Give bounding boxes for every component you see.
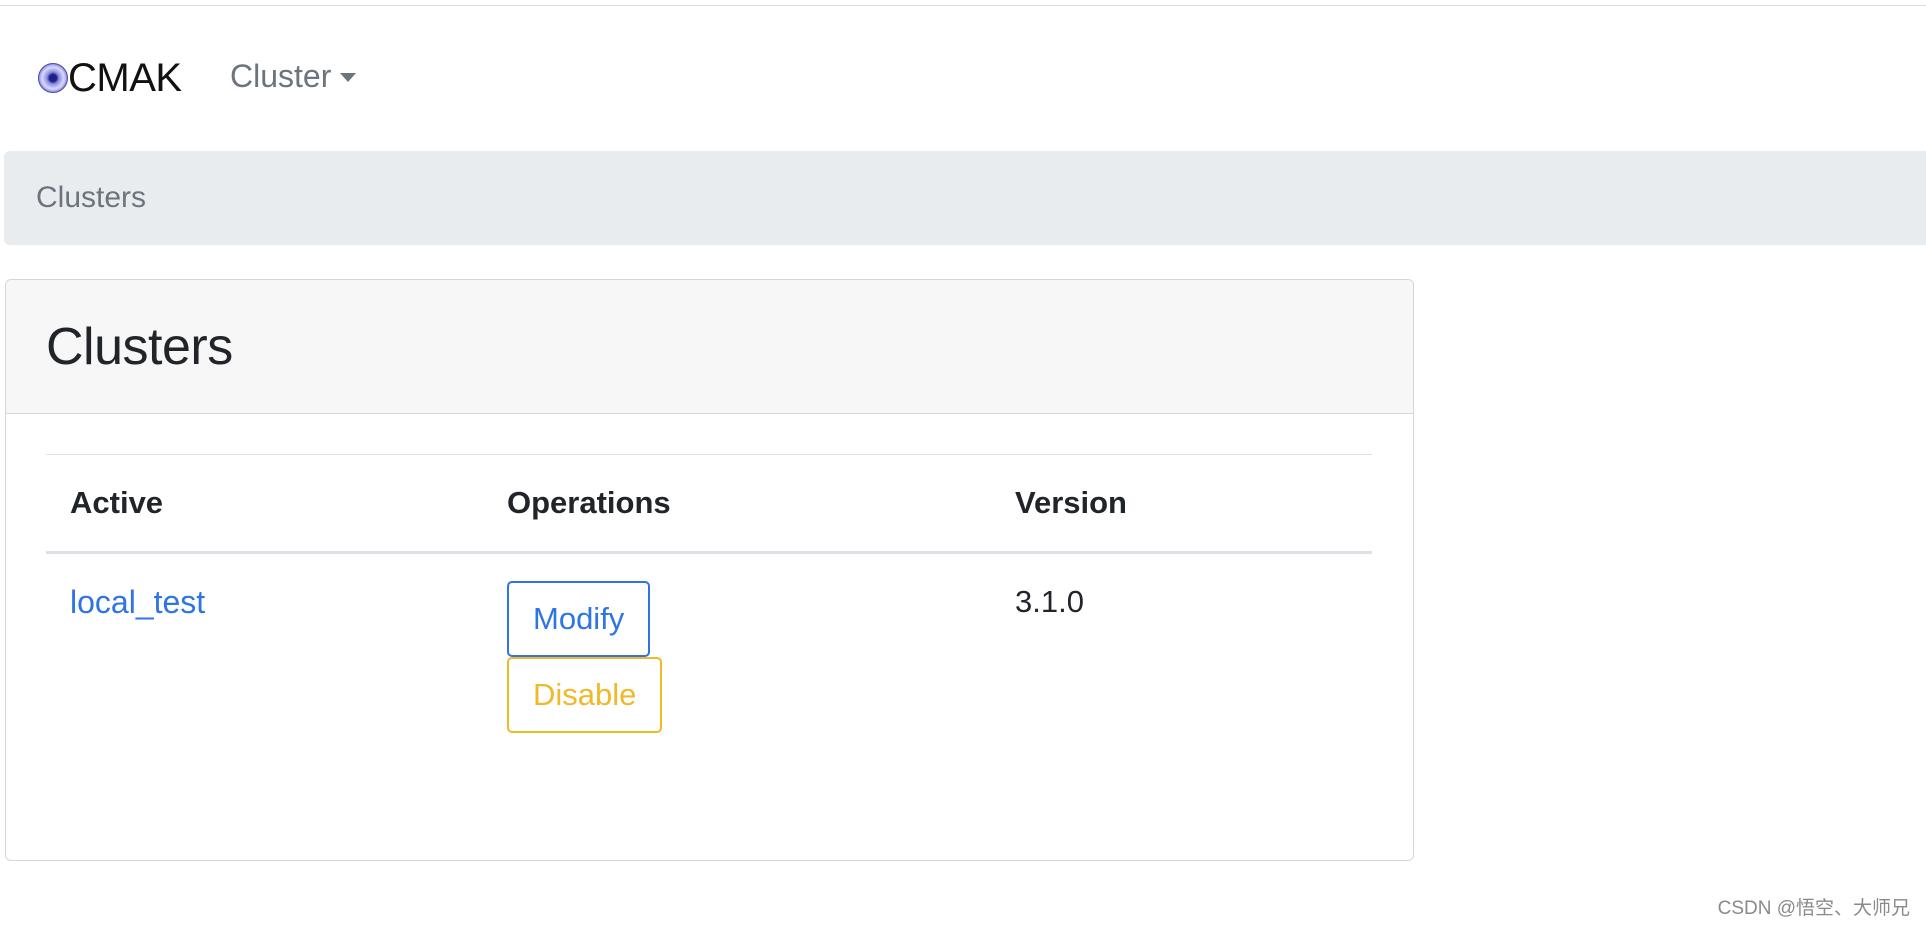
cluster-dropdown-label: Cluster <box>230 58 332 94</box>
column-header-active: Active <box>46 454 483 554</box>
watermark: CSDN @悟空、大师兄 <box>1717 898 1910 919</box>
column-header-version: Version <box>991 454 1372 554</box>
cluster-version: 3.1.0 <box>1015 584 1084 619</box>
brand-name: CMAK <box>68 56 182 100</box>
cluster-dropdown-toggle[interactable]: Cluster <box>230 58 357 95</box>
clusters-table-wrapper: Active Operations Version local_test Mod… <box>46 454 1372 733</box>
breadcrumb-item-clusters: Clusters <box>36 181 147 214</box>
brand-link[interactable]: CMAK <box>38 50 182 106</box>
modify-button[interactable]: Modify <box>507 581 651 657</box>
card-header: Clusters <box>6 280 1413 414</box>
caret-down-icon <box>340 73 357 82</box>
column-header-operations: Operations <box>483 454 991 554</box>
cluster-link-local-test[interactable]: local_test <box>70 584 205 620</box>
page-title: Clusters <box>46 317 233 376</box>
breadcrumb: Clusters <box>4 151 1926 245</box>
cmak-logo-icon <box>38 63 68 93</box>
cell-version: 3.1.0 <box>991 553 1372 734</box>
table-row: local_test Modify Disable 3.1.0 <box>46 553 1372 734</box>
top-divider <box>0 5 1926 6</box>
cell-active: local_test <box>46 553 483 734</box>
clusters-card: Clusters Active Operations Version local… <box>5 279 1414 861</box>
cell-operations: Modify Disable <box>483 553 991 733</box>
clusters-table: Active Operations Version local_test Mod… <box>46 454 1372 733</box>
disable-button[interactable]: Disable <box>507 657 663 733</box>
page: CMAK Cluster Clusters Clusters Active Op… <box>0 0 1926 928</box>
table-header-row: Active Operations Version <box>46 454 1372 554</box>
